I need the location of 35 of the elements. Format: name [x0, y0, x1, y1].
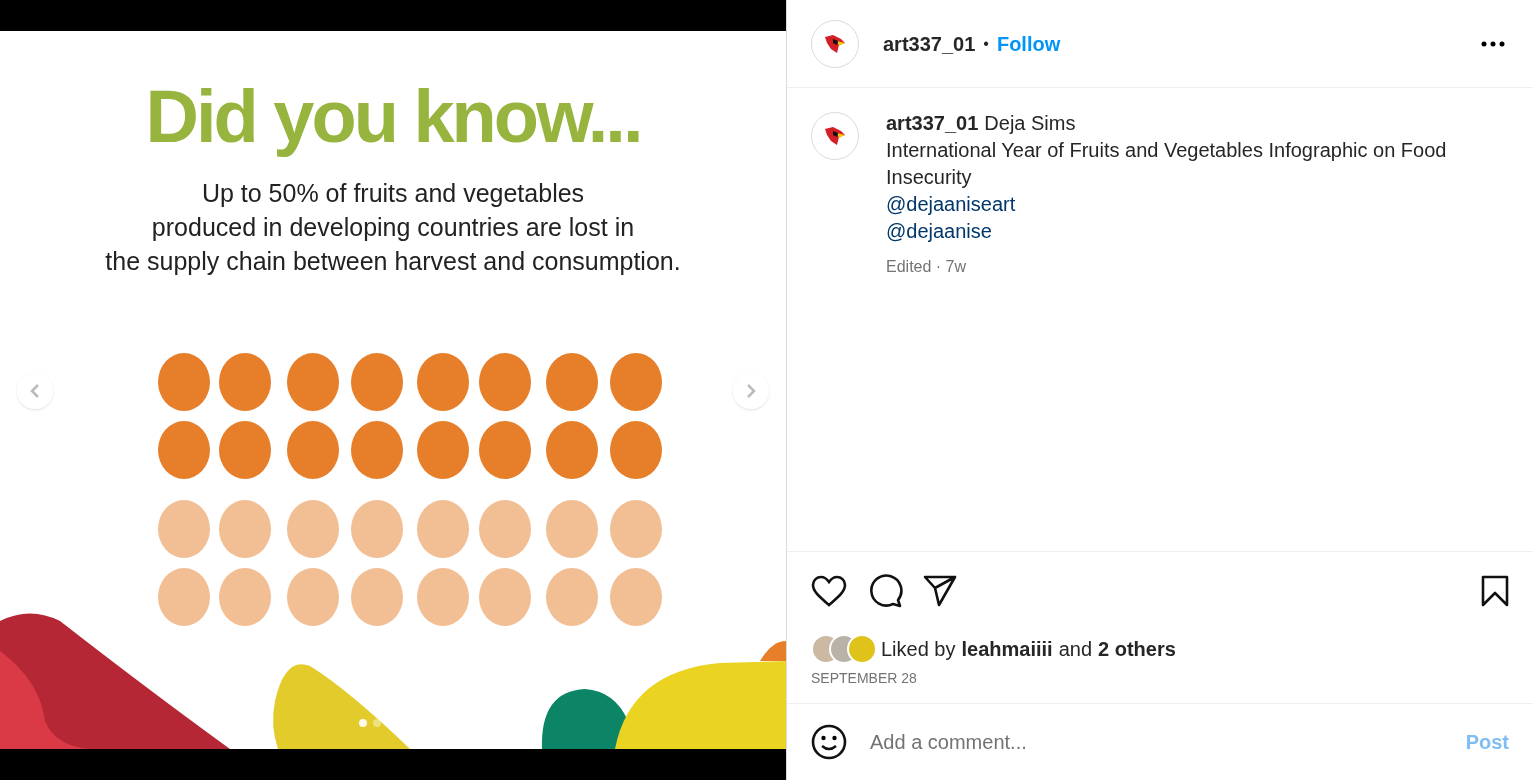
- more-icon: [1481, 40, 1505, 47]
- caption-author: Deja Sims: [984, 111, 1076, 136]
- chevron-left-icon: [29, 383, 41, 399]
- liker-username-link[interactable]: leahmaiiii: [961, 634, 1053, 664]
- smiley-icon: [811, 724, 847, 760]
- heart-icon: [811, 575, 847, 607]
- post-date: SEPTEMBER 28: [811, 669, 918, 688]
- username-link[interactable]: art337_01: [883, 28, 976, 59]
- like-button[interactable]: [811, 575, 847, 607]
- bookmark-icon: [1481, 575, 1509, 607]
- comment-field[interactable]: Add a comment...: [870, 727, 1466, 757]
- emoji-button[interactable]: [811, 724, 847, 760]
- slide-body-text: Up to 50% of fruits and vegetables produced in developing countries are lost in the supply chain between harvest and consumption.: [105, 177, 681, 277]
- mention-link[interactable]: @dejaanise: [886, 218, 992, 245]
- caption-username[interactable]: art337_01: [886, 110, 979, 137]
- liker-avatar: [847, 634, 877, 664]
- mention-link[interactable]: @dejaaniseart: [886, 191, 1016, 218]
- save-button[interactable]: [1481, 575, 1509, 607]
- cardinal-logo-icon: [823, 125, 847, 147]
- cardinal-logo-icon: [823, 32, 847, 55]
- share-button[interactable]: [923, 575, 957, 607]
- slide-heading: Did you know...: [145, 74, 641, 160]
- liked-by-label: Liked by: [881, 637, 956, 662]
- chevron-right-icon: [745, 383, 757, 399]
- profile-avatar[interactable]: [811, 112, 859, 160]
- speech-bubble-icon: [867, 574, 903, 608]
- post-meta: Edited · 7w: [886, 257, 968, 277]
- paper-plane-icon: [923, 575, 957, 607]
- caption-text: International Year of Fruits and Vegetables Infographic on Food Insecurity: [886, 138, 1448, 190]
- more-options-button[interactable]: [1481, 40, 1505, 47]
- others-link[interactable]: 2 others: [1098, 634, 1176, 664]
- comment-button[interactable]: [867, 574, 903, 608]
- and-label: and: [1058, 637, 1093, 662]
- separator-dot: •: [983, 33, 989, 54]
- profile-avatar[interactable]: [811, 19, 859, 68]
